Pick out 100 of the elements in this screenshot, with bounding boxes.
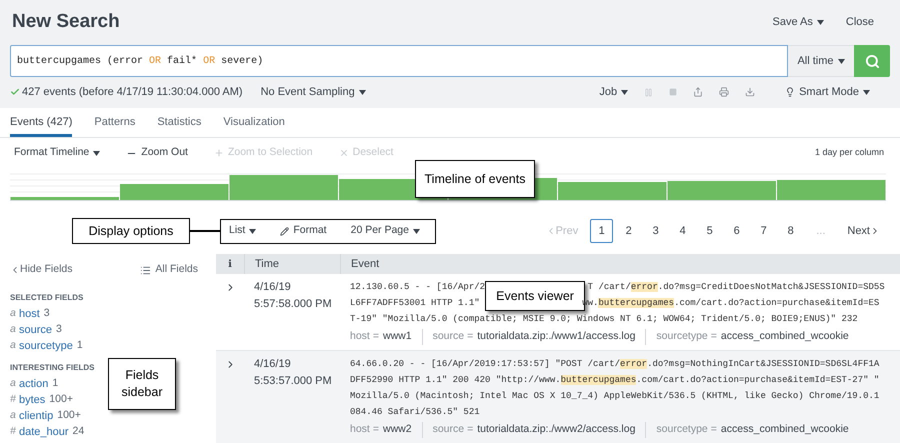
equals-sign: = — [710, 329, 717, 344]
equals-sign: = — [710, 422, 717, 438]
all-fields-link[interactable]: All Fields — [140, 262, 198, 278]
event-text: T-19" "Mozilla/5.0 (compatible; MSIE 9.0; Windows NT 6.1; WOW64; Trident/5.0; BOIE9;ENUS)" 232 — [350, 313, 859, 326]
event-count: 427 events (before 4/17/19 11:30:04.000 AM) — [22, 84, 243, 100]
plus-icon — [214, 148, 224, 158]
field-count: 24 — [72, 424, 84, 440]
search-button[interactable] — [854, 45, 890, 77]
caret-icon — [249, 228, 256, 234]
bulb-icon — [785, 87, 796, 97]
share-icon[interactable] — [693, 87, 704, 97]
timeline-scale: 1 day per column — [814, 146, 885, 160]
field-name-link[interactable]: action — [19, 376, 48, 392]
field-count: 1 — [76, 338, 83, 354]
field-type: # — [10, 424, 17, 440]
page-number[interactable]: 7 — [752, 219, 776, 243]
field-key: sourcetype — [656, 329, 708, 345]
page-number[interactable]: 2 — [617, 219, 640, 243]
event-time: 5:53:57.000 PM — [254, 374, 333, 389]
field-value[interactable]: tutorialdata.zip:./www1/access.log — [477, 329, 636, 345]
field-name-link[interactable]: clientip — [19, 408, 54, 424]
display-option[interactable]: List — [229, 223, 256, 239]
caret-icon — [358, 90, 366, 94]
field-name-link[interactable]: host — [19, 306, 40, 322]
list-icon — [140, 264, 152, 276]
field-type: a — [10, 376, 17, 392]
caret-icon — [93, 150, 100, 156]
event-text: Mozilla/5.0 (Macintosh; Intel Mac OS X 10_7_4) AppleWebKit/536.5 (KHTML, like Gecko) Chrome/19.0.1 — [350, 390, 880, 403]
field-type: a — [10, 322, 17, 338]
field-name-link[interactable]: date_hour — [19, 424, 69, 440]
field-type: a — [10, 338, 17, 354]
page-ellipsis: ... — [816, 224, 826, 239]
field-value[interactable]: tutorialdata.zip:./www2/access.log — [477, 422, 636, 438]
caret-icon — [816, 20, 824, 24]
equals-sign: = — [467, 329, 474, 344]
event-date: 4/16/19 — [254, 280, 292, 295]
job-menu[interactable]: Job — [599, 84, 628, 100]
column-header: i — [227, 258, 233, 272]
time-range-picker[interactable]: All time — [788, 45, 854, 77]
caret-icon — [413, 228, 420, 234]
display-option[interactable]: 20 Per Page — [350, 223, 420, 239]
field-key: sourcetype — [656, 422, 708, 438]
event-text: DFF52990 HTTP 1.1" 200 420 "http://www.buttercupgames.com/cart.do?action=purchase&itemId=EST-27" " — [350, 374, 880, 387]
field-name-link[interactable]: sourcetype — [19, 338, 73, 354]
event-text: 084.46 Safari/536.5" 521 — [350, 406, 481, 419]
callout-label: Display options — [72, 218, 190, 244]
field-type: a — [10, 306, 17, 322]
field-name-link[interactable]: bytes — [19, 392, 46, 408]
search-icon — [864, 54, 880, 68]
search-mode-menu[interactable]: Smart Mode — [785, 84, 870, 100]
timeline-control[interactable]: Zoom Out — [126, 145, 188, 161]
page-number[interactable]: 3 — [644, 219, 668, 243]
display-option[interactable]: Format — [280, 223, 327, 239]
search-field[interactable]: buttercupgames (error OR fail* OR severe) — [10, 45, 788, 77]
pencil-icon — [280, 226, 290, 236]
field-value[interactable]: www2 — [383, 422, 412, 438]
caret-icon — [621, 90, 628, 94]
close-icon — [338, 148, 349, 158]
equals-sign: = — [372, 422, 379, 438]
event-time: 5:57:58.000 PM — [254, 297, 333, 312]
field-count: 100+ — [57, 408, 81, 424]
check-icon — [10, 87, 20, 97]
field-value[interactable]: access_combined_wcookie — [720, 329, 849, 345]
tab[interactable]: Events (427) — [10, 108, 72, 137]
print-icon[interactable] — [719, 87, 730, 97]
next-page-link[interactable]: Next — [847, 222, 880, 240]
equals-sign: = — [467, 422, 474, 438]
download-icon[interactable] — [745, 87, 756, 97]
callout-label: Timeline of events — [415, 160, 535, 198]
stop-icon[interactable] — [669, 88, 678, 96]
page-number[interactable]: 1 — [590, 219, 614, 243]
close-button[interactable]: Close — [846, 14, 874, 30]
field-value[interactable]: access_combined_wcookie — [720, 422, 849, 438]
event-text: 64.66.0.20 - - [16/Apr/2019:17:53:57] "POST /cart/error.do?msg=NothingInCart&JSESSIONID=SD6SL4FF1A — [350, 358, 880, 371]
save-as-menu[interactable]: Save As — [772, 14, 824, 30]
field-count: 3 — [56, 322, 62, 338]
tab[interactable]: Patterns — [94, 108, 136, 137]
pause-icon[interactable] — [644, 88, 654, 96]
timeline-control[interactable]: Format Timeline — [14, 145, 100, 161]
field-count: 100+ — [49, 392, 73, 408]
hide-fields-link[interactable]: Hide Fields — [10, 262, 73, 278]
page-number[interactable]: 6 — [725, 219, 748, 243]
field-name-link[interactable]: source — [19, 322, 52, 338]
page-number[interactable]: 5 — [698, 219, 722, 243]
field-group-title: INTERESTING FIELDS — [10, 362, 96, 374]
page-number[interactable]: 8 — [779, 219, 802, 243]
field-value[interactable]: www1 — [383, 329, 412, 345]
field-key: source — [432, 422, 464, 438]
field-key: host — [350, 329, 370, 345]
field-group-title: SELECTED FIELDS — [10, 292, 84, 304]
sampling-menu[interactable]: No Event Sampling — [260, 84, 366, 100]
page-number[interactable]: 4 — [671, 219, 694, 243]
page-title: New Search — [11, 10, 120, 34]
equals-sign: = — [372, 329, 379, 344]
tab[interactable]: Statistics — [157, 108, 202, 137]
tab[interactable]: Visualization — [223, 108, 285, 137]
event-date: 4/16/19 — [254, 357, 292, 372]
field-type: a — [10, 408, 17, 424]
field-key: host — [350, 422, 370, 438]
caret-icon — [863, 90, 870, 94]
